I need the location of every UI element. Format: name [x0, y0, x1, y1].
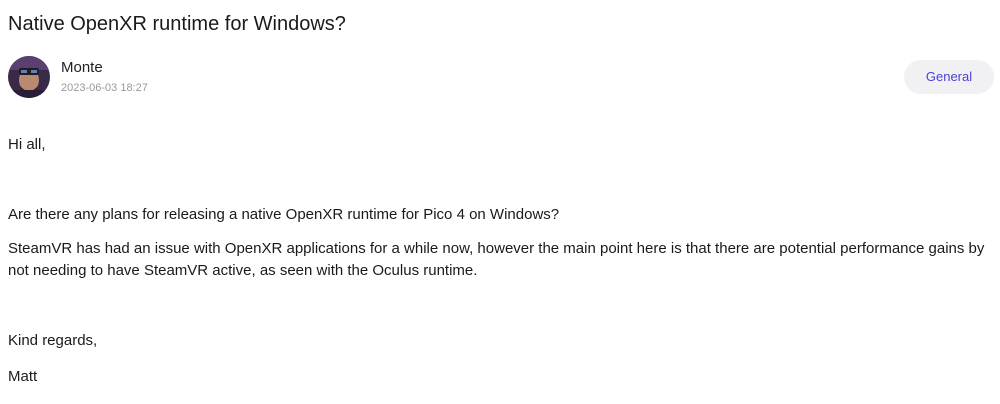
body-question: Are there any plans for releasing a nati…	[8, 206, 560, 223]
post-timestamp: 2023-06-03 18:27	[61, 82, 148, 94]
category-badge[interactable]: General	[904, 60, 994, 94]
body-greeting: Hi all,	[8, 136, 46, 153]
user-avatar-icon[interactable]	[8, 56, 50, 98]
body-regards: Kind regards,	[8, 332, 98, 349]
body-signoff: Matt	[8, 368, 38, 385]
body-details: SteamVR has had an issue with OpenXR app…	[8, 240, 985, 279]
author-name[interactable]: Monte	[61, 58, 103, 78]
post-title: Native OpenXR runtime for Windows?	[8, 13, 346, 35]
